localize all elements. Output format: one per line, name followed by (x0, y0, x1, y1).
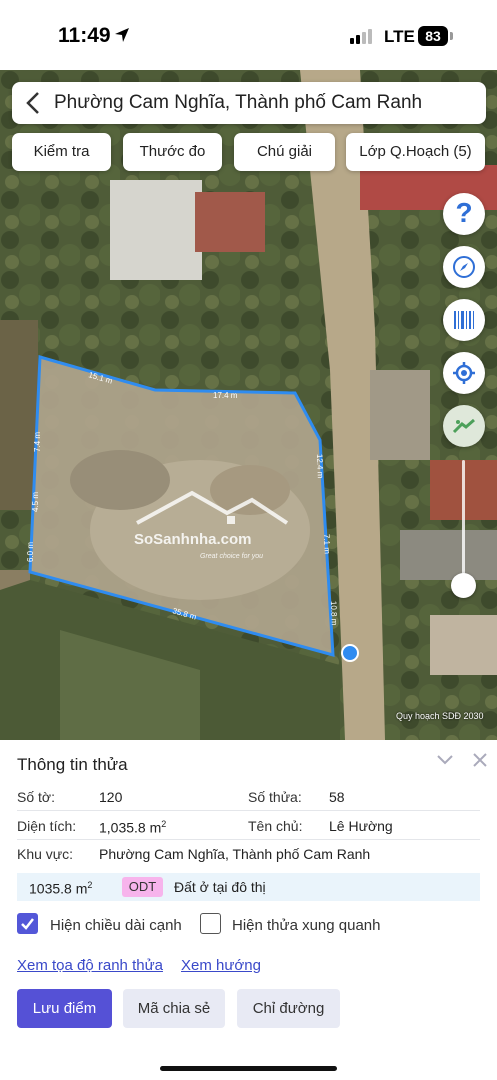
battery-icon: 83 (418, 26, 448, 46)
edge-length-label[interactable]: Hiện chiều dài cạnh (50, 917, 182, 934)
edge-label-left-2: 4.5 m (31, 492, 40, 512)
edge-label-right-1: 12.4 m (315, 454, 325, 479)
watermark-text: SoSanhnha.com (134, 531, 252, 548)
directions-button[interactable]: Chỉ đường (237, 989, 340, 1028)
edge-label-left-3: 6.0 m (26, 542, 35, 562)
khu-vuc-value: Phường Cam Nghĩa, Thành phố Cam Ranh (99, 846, 371, 862)
map-layer-icon (452, 418, 475, 434)
location-arrow-icon (115, 28, 129, 42)
opacity-slider-thumb[interactable] (451, 573, 476, 598)
map-layer-button[interactable] (443, 405, 485, 447)
page-title: Phường Cam Nghĩa, Thành phố Cam Ranh (54, 92, 423, 113)
status-time: 11:49 (58, 24, 111, 47)
edge-label-left-1: 7.4 m (33, 432, 42, 452)
dien-tich-label: Diện tích: (17, 818, 77, 834)
ten-chu-label: Tên chủ: (248, 818, 303, 834)
help-button[interactable]: ? (443, 193, 485, 235)
map-credit: Quy hoạch SDĐ 2030 (396, 711, 484, 721)
measure-button[interactable]: Thước đo (123, 133, 222, 171)
barcode-button[interactable] (443, 299, 485, 341)
save-point-button[interactable]: Lưu điểm (17, 989, 112, 1028)
barcode-icon (454, 311, 474, 329)
home-indicator (160, 1066, 337, 1071)
back-chevron-icon[interactable] (22, 90, 44, 116)
so-to-label: Số tờ: (17, 789, 55, 805)
help-icon: ? (455, 197, 473, 228)
neighbor-parcels-checkbox[interactable] (200, 913, 221, 934)
battery-tip (450, 32, 453, 40)
signal-icon (350, 29, 372, 44)
edge-label-right-3: 10.8 m (329, 601, 339, 626)
so-thua-value: 58 (329, 789, 345, 805)
locate-icon (453, 362, 475, 384)
opacity-slider-track[interactable] (462, 460, 465, 585)
edge-length-checkbox[interactable] (17, 913, 38, 934)
neighbor-parcels-label[interactable]: Hiện thửa xung quanh (232, 917, 380, 934)
planning-layer-button[interactable]: Lớp Q.Hoạch (5) (346, 133, 485, 171)
view-coordinates-link[interactable]: Xem tọa độ ranh thửa (17, 957, 163, 974)
share-code-button[interactable]: Mã chia sẻ (123, 989, 225, 1028)
compass-button[interactable] (443, 246, 485, 288)
edge-label-top: 17.4 m (213, 391, 238, 400)
close-icon[interactable] (472, 752, 488, 768)
legend-button[interactable]: Chú giải (234, 133, 335, 171)
zone-description: Đất ở tại đô thị (174, 879, 266, 895)
app-screen: 11:49 LTE 83 15.1 m 17.4 m 7.4 m 4.5 m 6… (0, 0, 497, 1080)
panel-title: Thông tin thửa (17, 755, 128, 774)
parcel-info-panel: Thông tin thửa Số tờ: 120 Số thửa: 58 Di… (0, 740, 497, 1080)
dien-tich-value: 1,035.8 m2 (99, 819, 167, 836)
edge-label-right-2: 7.1 m (322, 534, 332, 555)
watermark-subtitle: Great choice for you (200, 553, 264, 560)
divider (17, 810, 480, 811)
checkmark-icon (21, 918, 34, 930)
compass-icon (453, 256, 475, 278)
zone-area: 1035.8 m2 (29, 880, 93, 897)
divider (17, 839, 480, 840)
network-type: LTE (384, 27, 415, 46)
ten-chu-value: Lê Hường (329, 818, 393, 834)
current-location-dot (341, 644, 359, 662)
check-button[interactable]: Kiểm tra (12, 133, 111, 171)
view-direction-link[interactable]: Xem hướng (181, 957, 261, 974)
so-thua-label: Số thửa: (248, 789, 302, 805)
chevron-down-icon[interactable] (436, 754, 454, 766)
so-to-value: 120 (99, 789, 123, 805)
locate-button[interactable] (443, 352, 485, 394)
zone-code-badge: ODT (122, 877, 163, 897)
status-bar: 11:49 LTE 83 (0, 0, 497, 70)
location-header: Phường Cam Nghĩa, Thành phố Cam Ranh (12, 82, 486, 124)
khu-vuc-label: Khu vực: (17, 846, 74, 862)
